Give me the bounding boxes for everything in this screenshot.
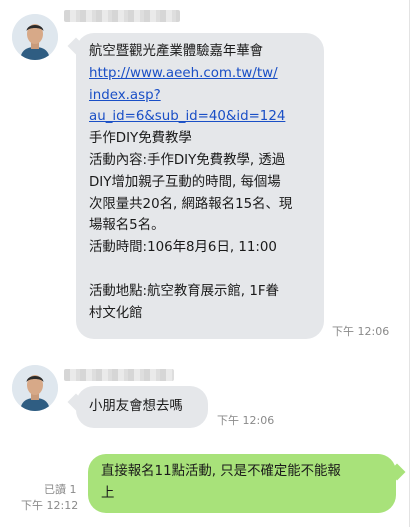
message-line: 航空暨觀光產業體驗嘉年華會 (89, 44, 264, 59)
message-link[interactable]: http://www.aeeh.com.tw/tw/ (89, 63, 312, 85)
message-line: 手作DIY免費教學 (89, 131, 192, 147)
message-line: 活動地點:航空教育展示館, 1F眷 (89, 283, 279, 299)
message-bubble-outgoing[interactable]: 直接報名11點活動, 只是不確定能不能報 上 (88, 454, 396, 513)
message-link[interactable]: index.asp? (89, 85, 312, 107)
message-line: 直接報名11點活動, 只是不確定能不能報 (101, 464, 341, 479)
sender-avatar[interactable] (12, 365, 58, 411)
message-line: 村文化館 (89, 305, 143, 321)
sender-avatar[interactable] (12, 14, 58, 60)
message-line: 活動內容:手作DIY免費教學, 透過 (89, 152, 286, 168)
avatar-photo-icon (12, 14, 58, 60)
message-timestamp: 下午 12:12 (21, 499, 79, 512)
sender-name-redacted (64, 369, 174, 381)
message-line: 小朋友會想去嗎 (89, 399, 183, 414)
message-link[interactable]: au_id=6&sub_id=40&id=124 (89, 106, 312, 128)
message-timestamp: 下午 12:06 (332, 325, 390, 338)
message-line: 次限量共20名, 網路報名15名、現 (89, 196, 293, 212)
message-bubble[interactable]: 小朋友會想去嗎 (76, 386, 208, 428)
avatar-photo-icon (12, 365, 58, 411)
read-receipt: 已讀 1 (44, 483, 77, 496)
message-timestamp: 下午 12:06 (217, 414, 275, 427)
message-bubble[interactable]: 航空暨觀光產業體驗嘉年華會 http://www.aeeh.com.tw/tw/… (76, 33, 324, 339)
message-line: DIY增加親子互動的時間, 每個場 (89, 174, 281, 190)
message-line: 上 (101, 485, 115, 501)
message-line: 活動時間:106年8月6日, 11:00 (89, 240, 277, 256)
message-line: 場報名5名。 (89, 218, 165, 234)
sender-name-redacted (64, 10, 180, 22)
